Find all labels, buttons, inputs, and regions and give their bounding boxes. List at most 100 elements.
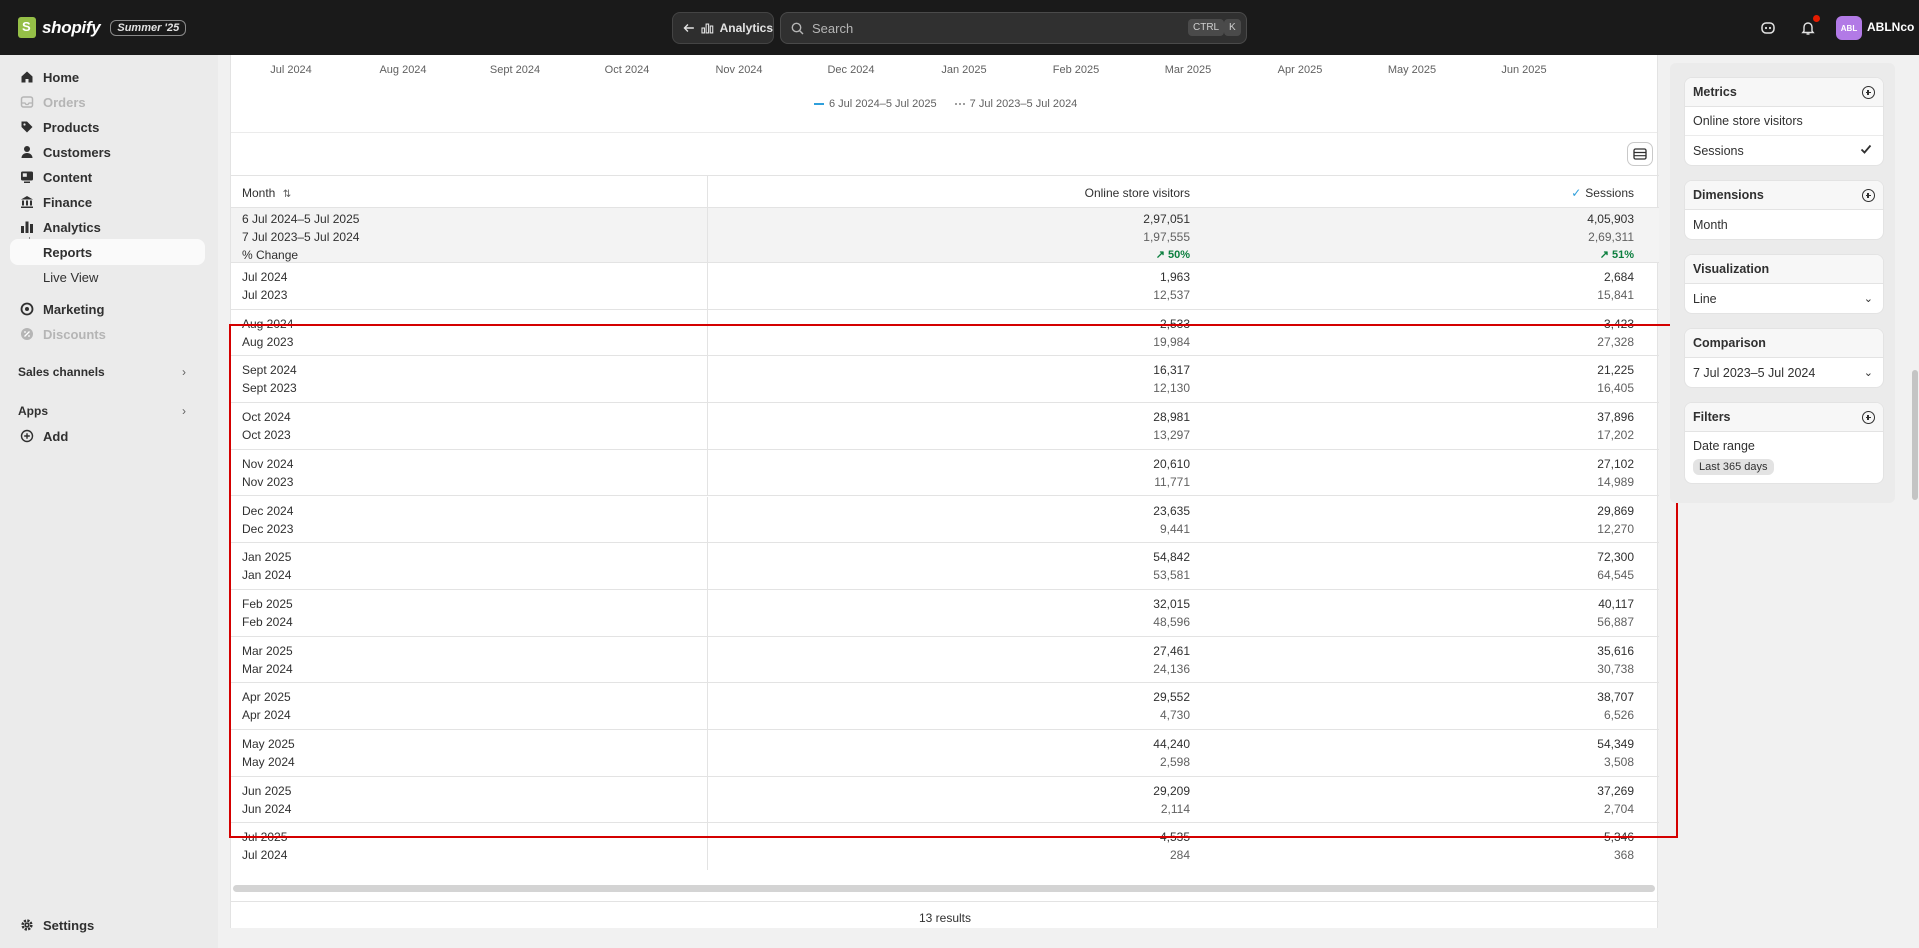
back-to-analytics-button[interactable]: Analytics xyxy=(672,12,774,44)
results-count: 13 results xyxy=(231,901,1659,928)
page-scrollbar[interactable] xyxy=(1912,370,1918,500)
sidebar-item-discounts[interactable]: Discounts xyxy=(10,321,205,347)
visitors-current: 4,535 xyxy=(1159,830,1190,845)
month-previous: Mar 2024 xyxy=(242,661,293,676)
sort-icon: ⇅ xyxy=(282,189,292,200)
horizontal-scrollbar[interactable] xyxy=(233,885,1655,892)
chevron-right-icon[interactable]: › xyxy=(182,404,186,418)
summary-change-label: % Change xyxy=(242,248,299,262)
search-input[interactable]: Search CTRL K xyxy=(780,12,1247,44)
bell-icon[interactable] xyxy=(1798,14,1821,38)
chevron-right-icon[interactable]: › xyxy=(182,365,186,379)
legend-item-previous[interactable]: 7 Jul 2023–5 Jul 2024 xyxy=(954,98,1077,110)
store-name[interactable]: ABLNco xyxy=(1867,20,1914,34)
column-separator xyxy=(707,730,708,776)
arrow-up-right-icon: ↗ xyxy=(1155,249,1165,261)
legend-item-current[interactable]: 6 Jul 2024–5 Jul 2025 xyxy=(814,98,937,110)
sidebar-item-customers[interactable]: Customers xyxy=(10,139,205,165)
sidebar-item-settings[interactable]: Settings xyxy=(10,912,205,938)
table-row: Jul 2025 Jul 2024 4,535 284 5,346 368 xyxy=(231,823,1659,871)
summary-visitors-current: 2,97,051 xyxy=(1143,212,1190,226)
sidebar-item-live-view[interactable]: Live View xyxy=(10,264,205,290)
metric-item-visitors[interactable]: Online store visitors xyxy=(1685,107,1883,136)
visitors-current: 20,610 xyxy=(1153,456,1190,471)
visitors-current: 27,461 xyxy=(1153,643,1190,658)
sidebar-item-products[interactable]: Products xyxy=(10,114,205,140)
x-tick: Mar 2025 xyxy=(1164,64,1212,76)
sessions-previous: 12,270 xyxy=(1597,521,1634,536)
dimensions-header: Dimensions xyxy=(1685,181,1883,210)
sidebar-item-orders[interactable]: Orders xyxy=(10,89,205,115)
filter-label: Date range xyxy=(1693,439,1755,453)
top-bar: shopify Summer '25 Analytics Search CTRL… xyxy=(0,0,1919,55)
table-row: Feb 2025 Feb 2024 32,015 48,596 40,117 56,887 xyxy=(231,589,1659,637)
sidebar-item-finance[interactable]: Finance xyxy=(10,189,205,215)
column-separator xyxy=(707,589,708,636)
x-tick: Oct 2024 xyxy=(604,64,650,76)
avatar[interactable]: ABL xyxy=(1836,16,1862,40)
sidebar-item-label: Settings xyxy=(43,917,95,933)
sessions-current: 3,423 xyxy=(1603,316,1634,331)
column-header-label: Month xyxy=(242,186,276,200)
metric-item-sessions[interactable]: Sessions xyxy=(1685,136,1883,165)
add-metric-icon[interactable] xyxy=(1862,86,1875,99)
visualization-select[interactable]: Line ⌄ xyxy=(1685,284,1883,313)
comparison-card: Comparison 7 Jul 2023–5 Jul 2024 ⌄ xyxy=(1684,328,1884,388)
sidebar-item-reports[interactable]: Reports xyxy=(10,239,205,265)
sidekick-icon[interactable] xyxy=(1758,18,1778,38)
column-separator xyxy=(707,309,708,356)
notification-badge xyxy=(1812,14,1821,23)
visitors-previous: 2,114 xyxy=(1160,801,1190,816)
table-view-toggle-button[interactable] xyxy=(1627,142,1653,166)
sidebar-item-marketing[interactable]: Marketing xyxy=(10,296,205,322)
sessions-current: 5,346 xyxy=(1603,830,1634,845)
dimension-label: Month xyxy=(1693,217,1728,232)
summary-sessions-previous: 2,69,311 xyxy=(1588,230,1634,244)
month-current: Mar 2025 xyxy=(242,643,293,658)
filter-item-date-range[interactable]: Date range Last 365 days xyxy=(1685,432,1883,483)
shopify-logo[interactable]: shopify Summer '25 xyxy=(18,17,187,38)
column-header-visitors[interactable]: Online store visitors xyxy=(1085,186,1190,200)
column-header-month[interactable]: Month ⇅ xyxy=(242,186,291,200)
sessions-previous: 3,508 xyxy=(1603,755,1634,769)
table-row: Jan 2025 Jan 2024 54,842 53,581 72,300 64,545 xyxy=(231,543,1659,590)
sidebar-item-label: Products xyxy=(43,119,100,135)
column-header-sessions[interactable]: ✓ Sessions xyxy=(1571,186,1634,200)
sidebar: Home Orders Products Customers Content F… xyxy=(0,55,218,948)
target-icon xyxy=(20,302,34,316)
sessions-current: 38,707 xyxy=(1597,690,1634,705)
edition-badge[interactable]: Summer '25 xyxy=(110,19,187,36)
sessions-current: 72,300 xyxy=(1597,550,1634,565)
visitors-previous: 13,297 xyxy=(1153,428,1190,443)
dimension-item-month[interactable]: Month xyxy=(1685,210,1883,239)
month-previous: Dec 2023 xyxy=(242,521,294,536)
x-tick: Jul 2024 xyxy=(270,64,312,76)
visitors-current: 16,317 xyxy=(1153,363,1190,378)
sidebar-item-label: Discounts xyxy=(43,326,106,342)
x-tick: Jun 2025 xyxy=(1501,64,1547,76)
sidebar-item-label: Reports xyxy=(43,244,93,260)
sidebar-item-analytics[interactable]: Analytics xyxy=(10,214,205,240)
sessions-previous: 56,887 xyxy=(1597,614,1634,629)
comparison-select[interactable]: 7 Jul 2023–5 Jul 2024 ⌄ xyxy=(1685,358,1883,387)
sidebar-item-content[interactable]: Content xyxy=(10,164,205,190)
sales-channels-heading[interactable]: Sales channels xyxy=(18,365,105,379)
apps-heading[interactable]: Apps xyxy=(18,404,48,418)
visitors-previous: 53,581 xyxy=(1153,568,1190,583)
visitors-current: 23,635 xyxy=(1153,503,1190,518)
sidebar-item-label: Finance xyxy=(43,194,93,210)
add-dimension-icon[interactable] xyxy=(1862,189,1875,202)
logo-text: shopify xyxy=(42,17,101,37)
summary-current-label: 6 Jul 2024–5 Jul 2025 xyxy=(242,212,360,226)
month-previous: Nov 2023 xyxy=(242,474,294,489)
filter-value-pill[interactable]: Last 365 days xyxy=(1693,459,1774,475)
metric-label: Online store visitors xyxy=(1693,114,1803,128)
filters-card: Filters Date range Last 365 days xyxy=(1684,402,1884,484)
sessions-previous: 15,841 xyxy=(1597,288,1634,302)
add-app-button[interactable]: Add xyxy=(10,423,205,449)
visitors-previous: 24,136 xyxy=(1153,661,1190,676)
sessions-current: 2,684 xyxy=(1603,270,1634,284)
sidebar-item-home[interactable]: Home xyxy=(10,64,205,90)
sessions-previous: 2,704 xyxy=(1603,801,1634,816)
add-filter-icon[interactable] xyxy=(1862,411,1875,424)
